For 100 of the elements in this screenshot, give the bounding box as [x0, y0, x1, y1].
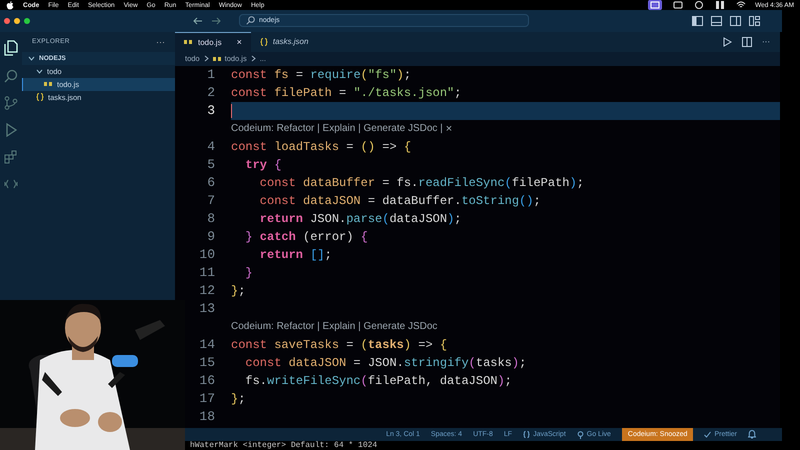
line-number: 9: [206, 229, 216, 244]
chevron-right-icon: [250, 55, 256, 62]
code-token: JSON.: [368, 356, 404, 370]
code-token: const: [258, 176, 296, 190]
code-token: ;: [324, 248, 332, 262]
code-token: ): [512, 356, 520, 370]
code-lens[interactable]: Codeium: Refactor | Explain | Generate JSDoc: [231, 321, 438, 332]
bell-icon[interactable]: [748, 430, 756, 439]
text-cursor: [231, 104, 232, 118]
code-token: ;: [404, 68, 412, 82]
code-token: (): [360, 140, 376, 154]
code-token: (: [360, 338, 368, 352]
js-file-icon: [184, 39, 193, 46]
code-token: ;: [533, 194, 541, 208]
code-token: =: [338, 86, 348, 100]
editor-tab[interactable]: todo.js ×: [175, 32, 251, 52]
source-control-icon[interactable]: [4, 96, 18, 110]
radio-tower-icon: [576, 430, 584, 438]
panel-toggle-icon[interactable]: [711, 16, 722, 26]
line-number: 4: [206, 139, 216, 154]
code-token: {: [273, 158, 282, 172]
code-token: (: [504, 176, 512, 190]
code-token: =: [345, 140, 354, 154]
code-token: tasks: [476, 356, 512, 370]
back-arrow-icon[interactable]: [193, 16, 203, 25]
more-button[interactable]: ···: [762, 37, 770, 46]
code-token: "fs": [368, 68, 397, 82]
split-editor-icon[interactable]: [742, 36, 752, 47]
code-token: fs.: [244, 374, 268, 388]
line-number: 7: [206, 193, 216, 208]
code-token: filePath: [273, 86, 332, 100]
code-token: ): [396, 68, 404, 82]
code-token: fs: [273, 68, 289, 82]
close-icon[interactable]: ×: [236, 37, 242, 48]
check-icon: [704, 431, 712, 438]
line-number: 13: [198, 301, 216, 316]
code-token: const: [244, 356, 282, 370]
line-number: 2: [206, 85, 216, 100]
code-token: ): [497, 374, 505, 388]
layout-icon[interactable]: [749, 16, 760, 26]
screen-share-icon[interactable]: [648, 0, 662, 10]
forward-arrow-icon[interactable]: [211, 16, 221, 25]
code-token: dataBuffer: [302, 176, 376, 190]
code-token: (: [468, 356, 476, 370]
braces-icon: [523, 431, 530, 438]
display-icon[interactable]: [673, 0, 684, 10]
secondary-sidebar-icon[interactable]: [730, 16, 741, 26]
hover-hint: hWaterMark <integer> Default: 64 * 1024: [190, 441, 378, 450]
braces-icon: [260, 38, 268, 46]
code-token: }: [231, 284, 238, 298]
line-number: 6: [206, 175, 216, 190]
code-token: fs.: [396, 176, 418, 190]
code-token: (: [382, 212, 390, 226]
code-token: (: [360, 374, 368, 388]
code-token: ): [569, 176, 577, 190]
code-token: =>: [381, 140, 398, 154]
code-token: dataJSON: [302, 194, 361, 208]
line-number: 5: [206, 157, 216, 172]
code-token: ;: [454, 212, 462, 226]
code-token: }: [231, 392, 238, 406]
code-token: {: [404, 140, 412, 154]
code-token: =>: [417, 338, 434, 352]
code-token: tasks: [368, 338, 404, 352]
close-icon[interactable]: ×: [446, 122, 452, 135]
code-token: ;: [238, 392, 246, 406]
code-token: filePath, dataJSON: [368, 374, 498, 388]
code-token: ): [404, 338, 412, 352]
run-debug-icon[interactable]: [4, 122, 18, 137]
code-token: const: [231, 68, 268, 82]
code-token: ): [447, 212, 454, 226]
code-token: const: [231, 338, 268, 352]
more-button[interactable]: ···: [156, 36, 165, 47]
code-token: require: [310, 68, 361, 82]
line-number: 18: [198, 409, 216, 424]
code-token: ;: [238, 284, 246, 298]
code-token: (error): [302, 230, 354, 244]
code-token: {: [440, 338, 448, 352]
code-lens[interactable]: Codeium: Refactor | Explain | Generate JSDoc |: [231, 123, 443, 134]
code-token: =: [381, 176, 390, 190]
code-token: try: [244, 158, 268, 172]
line-number: 8: [206, 211, 216, 226]
code-token: filePath: [512, 176, 570, 190]
code-token: dataBuffer.: [382, 194, 462, 208]
code-token: loadTasks: [273, 140, 340, 154]
search-icon: [246, 16, 255, 26]
wifi-icon[interactable]: [736, 0, 746, 10]
files-icon[interactable]: [4, 40, 18, 56]
sidebar-toggle-icon[interactable]: [692, 16, 703, 26]
run-icon[interactable]: [723, 36, 732, 47]
line-number: 14: [198, 337, 216, 352]
extensions-icon[interactable]: [4, 150, 18, 164]
code-token: catch: [258, 230, 296, 244]
code-token: []: [309, 248, 325, 262]
code-token: "./tasks.json": [353, 86, 454, 100]
search-icon[interactable]: [4, 68, 18, 83]
code-token: =: [352, 356, 362, 370]
code-token: dataJSON: [389, 212, 448, 226]
code-token: const: [231, 86, 268, 100]
apple-icon: [6, 0, 14, 10]
line-number: 12: [198, 283, 216, 298]
